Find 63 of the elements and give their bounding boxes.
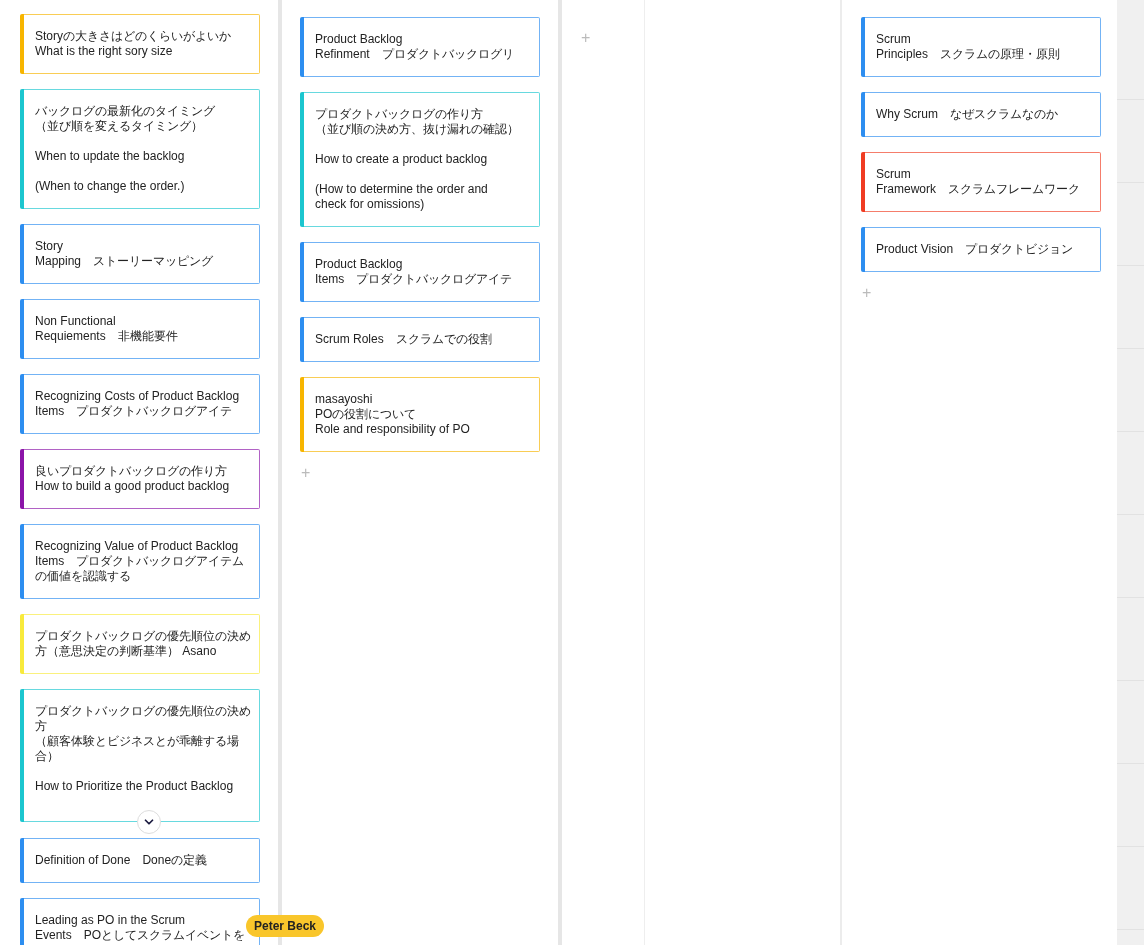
card-text: Role and responsibility of PO (315, 422, 471, 437)
sticky-card[interactable]: Scrum Principles スクラムの原理・原則 (861, 17, 1101, 77)
sticky-card[interactable]: Recognizing Value of Product Backlog Items プロダクトバックログアイテムの価値を認識する (20, 524, 260, 599)
card-text: プロダクトバックログの優先順位の決め方 (35, 704, 252, 734)
card-text: check for omissions) (315, 197, 426, 212)
card-text: Definition of Done Doneの定義 (35, 853, 209, 868)
card-text: プロダクトバックログの優先順位の決め方（意思決定の判断基準） Asano (35, 629, 252, 659)
card-text: （顧客体験とビジネスとが乖離する場合） (35, 734, 240, 764)
sticky-card[interactable]: Product Backlog Items プロダクトバックログアイテ (300, 242, 540, 302)
sticky-card[interactable]: Storyの大きさはどのくらいがよいか What is the right sory size (20, 14, 260, 74)
card-text: （並び順を変えるタイミング） (35, 119, 204, 134)
sticky-card[interactable]: Scrum Framework スクラムフレームワーク (861, 152, 1101, 212)
card-text: Mapping ストーリーマッピング (35, 254, 215, 269)
card-text: (When to change the order.) (35, 179, 186, 194)
sticky-card[interactable]: Product Vision プロダクトビジョン (861, 227, 1101, 272)
card-text: Product Backlog (315, 32, 404, 47)
card-text: Items プロダクトバックログアイテ (35, 404, 234, 419)
sticky-card[interactable]: Story Mapping ストーリーマッピング (20, 224, 260, 284)
card-text: How to build a good product backlog (35, 479, 231, 494)
card-text: プロダクトバックログの作り方 (315, 107, 484, 122)
card-text: Story (35, 239, 64, 254)
card-text: Recognizing Costs of Product Backlog (35, 389, 241, 404)
card-text: Items プロダクトバックログアイテムの価値を認識する (35, 554, 246, 584)
card-text: POの役割について (315, 407, 418, 422)
card-text: Leading as PO in the Scrum (35, 913, 187, 928)
sticky-card[interactable]: Definition of Done Doneの定義 (20, 838, 260, 883)
card-text: (How to determine the order and (315, 182, 489, 197)
sticky-card[interactable]: 良いプロダクトバックログの作り方 How to build a good product backlog (20, 449, 260, 509)
user-cursor-label: Peter Beck (246, 915, 325, 937)
sticky-card[interactable]: プロダクトバックログの作り方 （並び順の決め方、抜け漏れの確認） How to create a product backlog (How to determine the order and check for omissions) (300, 92, 540, 227)
card-text: masayoshi (315, 392, 374, 407)
card-text: Refinment プロダクトバックログリ (315, 47, 515, 62)
sticky-card[interactable]: Non Functional Requiements 非機能要件 (20, 299, 260, 359)
sticky-card[interactable]: プロダクトバックログの優先順位の決め方（意思決定の判断基準） Asano (20, 614, 260, 674)
card-text: Framework スクラムフレームワーク (876, 182, 1081, 197)
card-text: Scrum (876, 167, 912, 182)
card-text: Product Backlog (315, 257, 404, 272)
card-text: What is the right sory size (35, 44, 174, 59)
sticky-card[interactable]: Product Backlog Refinment プロダクトバックログリ (300, 17, 540, 77)
sticky-card[interactable]: バックログの最新化のタイミング （並び順を変えるタイミング） When to update the backlog (When to change the order.) (20, 89, 260, 209)
card-text: How to create a product backlog (315, 152, 489, 167)
card-text: Events POとしてスクラムイベントを (35, 928, 247, 943)
card-text: Non Functional (35, 314, 117, 329)
card-text: Why Scrum なぜスクラムなのか (876, 107, 1059, 122)
card-text: Scrum Roles スクラムでの役割 (315, 332, 493, 347)
sticky-card[interactable]: Recognizing Costs of Product Backlog Items プロダクトバックログアイテ (20, 374, 260, 434)
card-text: Requiements 非機能要件 (35, 329, 179, 344)
card-text: How to Prioritize the Product Backlog (35, 779, 235, 794)
card-text: Recognizing Value of Product Backlog (35, 539, 240, 554)
card-text: Product Vision プロダクトビジョン (876, 242, 1075, 257)
card-text: 良いプロダクトバックログの作り方 (35, 464, 228, 479)
card-text: Items プロダクトバックログアイテ (315, 272, 514, 287)
card-text: When to update the backlog (35, 149, 186, 164)
expand-button[interactable] (137, 810, 161, 834)
sticky-card[interactable]: Scrum Roles スクラムでの役割 (300, 317, 540, 362)
card-text: Principles スクラムの原理・原則 (876, 47, 1062, 62)
sticky-card[interactable]: プロダクトバックログの優先順位の決め方 （顧客体験とビジネスとが乖離する場合） How to Prioritize the Product Backlog (20, 689, 260, 822)
card-text: Storyの大きさはどのくらいがよいか (35, 29, 232, 44)
card-text: （並び順の決め方、抜け漏れの確認） (315, 122, 520, 137)
sticky-card[interactable]: Why Scrum なぜスクラムなのか (861, 92, 1101, 137)
card-text: Scrum (876, 32, 912, 47)
sticky-card[interactable]: masayoshi POの役割について Role and responsibility of PO (300, 377, 540, 452)
card-text: バックログの最新化のタイミング (35, 104, 216, 119)
